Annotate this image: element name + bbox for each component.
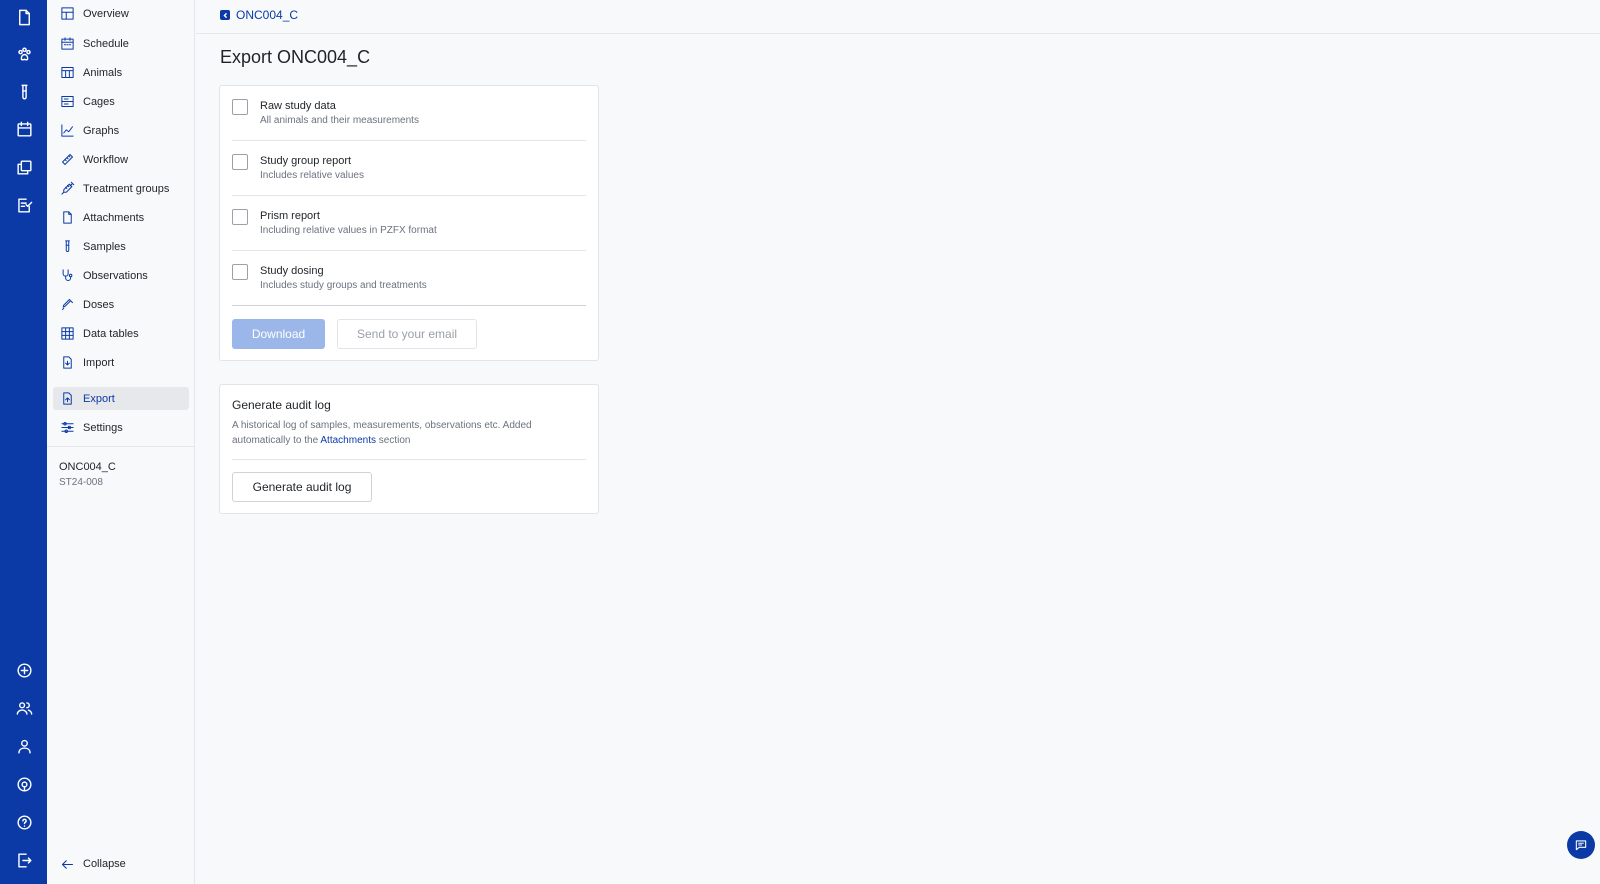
test-tube-icon[interactable] [11, 79, 37, 105]
sidebar-item-label: Data tables [83, 327, 139, 340]
export-option-study-group-report[interactable]: Study group report Includes relative val… [232, 141, 586, 196]
sidebar-item-schedule[interactable]: Schedule [53, 32, 189, 55]
audit-description-suffix: section [375, 435, 411, 446]
sliders-icon [61, 422, 74, 433]
attachments-link[interactable]: Attachments [320, 435, 376, 446]
sidebar-item-label: Doses [83, 298, 115, 311]
sidebar-item-observations[interactable]: Observations [53, 264, 189, 287]
arrow-left-icon [61, 859, 74, 869]
option-description: Includes relative values [260, 170, 364, 181]
audit-divider [232, 459, 586, 460]
sidebar-item-settings[interactable]: Settings [53, 416, 189, 439]
sidebar-item-label: Graphs [83, 124, 120, 137]
sidebar-item-overview[interactable]: Overview [53, 2, 189, 25]
export-option-raw-study-data[interactable]: Raw study data All animals and their mea… [232, 86, 586, 141]
breadcrumb-link[interactable]: ONC004_C [236, 8, 298, 22]
syringe-icon [61, 181, 75, 195]
dropper-icon [62, 299, 73, 310]
table-icon [61, 67, 74, 78]
option-title: Prism report [260, 210, 320, 222]
study-name: ONC004_C [59, 461, 116, 473]
option-description: Includes study groups and treatments [260, 280, 427, 291]
support-icon[interactable] [11, 771, 37, 797]
sidebar-item-label: Export [83, 392, 115, 405]
option-title: Study group report [260, 155, 352, 167]
download-button[interactable]: Download [232, 319, 325, 349]
audit-log-card: Generate audit log A historical log of s… [219, 384, 599, 514]
sidebar-item-doses[interactable]: Doses [53, 293, 189, 316]
icon-rail [0, 0, 47, 884]
raw-study-data-checkbox[interactable] [232, 99, 248, 115]
study-code: ST24-008 [59, 477, 103, 488]
sidebar-item-label: Settings [83, 421, 123, 434]
import-icon [63, 356, 72, 369]
paw-icon[interactable] [11, 41, 37, 67]
generate-audit-log-button[interactable]: Generate audit log [232, 472, 372, 502]
file-icon[interactable] [11, 4, 37, 30]
sidebar-item-cages[interactable]: Cages [53, 90, 189, 113]
sidebar-divider [47, 446, 194, 447]
export-icon [63, 392, 72, 405]
sidebar-item-label: Animals [83, 66, 123, 79]
sidebar-item-label: Cages [83, 95, 115, 108]
layout-icon [61, 7, 74, 20]
sidebar-item-label: Import [83, 356, 115, 369]
sidebar-item-label: Observations [83, 269, 148, 282]
chat-button[interactable] [1567, 831, 1595, 859]
users-icon[interactable] [11, 695, 37, 721]
user-icon[interactable] [11, 733, 37, 759]
sidebar-item-data-tables[interactable]: Data tables [53, 322, 189, 345]
study-sidebar: Overview Schedule Animals Cages Graphs W… [47, 0, 195, 884]
collapse-button[interactable]: Collapse [53, 853, 189, 875]
logout-icon[interactable] [11, 847, 37, 873]
ruler-icon [62, 154, 73, 165]
cage-icon [61, 96, 74, 107]
calendar-icon [61, 37, 74, 50]
sidebar-item-label: Treatment groups [83, 182, 170, 195]
sidebar-item-label: Workflow [83, 153, 129, 166]
copy-icon[interactable] [11, 154, 37, 180]
breadcrumb[interactable]: ONC004_C [220, 8, 298, 22]
document-icon [63, 211, 72, 224]
send-email-button[interactable]: Send to your email [337, 319, 477, 349]
grid-icon [61, 327, 74, 340]
export-options-card: Raw study data All animals and their mea… [219, 85, 599, 361]
sidebar-item-label: Attachments [83, 211, 145, 224]
checklist-icon[interactable] [11, 192, 37, 218]
sidebar-item-export[interactable]: Export [53, 387, 189, 410]
option-title: Study dosing [260, 265, 324, 277]
option-description: All animals and their measurements [260, 115, 419, 126]
sidebar-item-label: Samples [83, 240, 126, 253]
audit-log-title: Generate audit log [232, 398, 331, 412]
sidebar-item-workflow[interactable]: Workflow [53, 148, 189, 171]
export-option-study-dosing[interactable]: Study dosing Includes study groups and t… [232, 251, 586, 306]
export-option-prism-report[interactable]: Prism report Including relative values i… [232, 196, 586, 251]
page-title: Export ONC004_C [220, 47, 371, 67]
sidebar-item-label: Schedule [83, 37, 129, 50]
audit-log-description: A historical log of samples, measurement… [232, 418, 582, 448]
sidebar-item-label: Overview [83, 7, 129, 20]
line-chart-icon [61, 124, 74, 137]
study-group-report-checkbox[interactable] [232, 154, 248, 170]
option-description: Including relative values in PZFX format [260, 225, 437, 236]
top-bar: ONC004_C [196, 0, 1600, 34]
sidebar-item-samples[interactable]: Samples [53, 235, 189, 258]
back-icon [220, 10, 230, 20]
sidebar-item-animals[interactable]: Animals [53, 61, 189, 84]
collapse-label: Collapse [83, 858, 126, 870]
help-icon[interactable] [11, 809, 37, 835]
option-title: Raw study data [260, 100, 336, 112]
sidebar-item-attachments[interactable]: Attachments [53, 206, 189, 229]
test-tube-icon [65, 240, 70, 252]
study-dosing-checkbox[interactable] [232, 264, 248, 280]
prism-report-checkbox[interactable] [232, 209, 248, 225]
sidebar-item-import[interactable]: Import [53, 351, 189, 374]
chat-icon [1575, 840, 1587, 851]
calendar-icon[interactable] [11, 116, 37, 142]
sidebar-item-treatment-groups[interactable]: Treatment groups [53, 177, 189, 200]
plus-circle-icon[interactable] [11, 657, 37, 683]
sidebar-item-graphs[interactable]: Graphs [53, 119, 189, 142]
stethoscope-icon [62, 269, 73, 281]
